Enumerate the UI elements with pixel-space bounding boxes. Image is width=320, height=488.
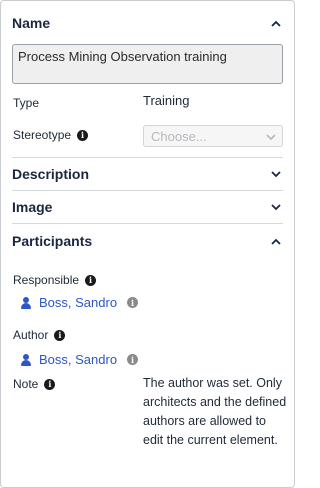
- author-user[interactable]: Boss, Sandro i: [21, 352, 139, 367]
- name-field-value: Process Mining Observation training: [18, 49, 227, 64]
- section-title-name: Name: [12, 15, 51, 31]
- user-icon: [21, 296, 31, 309]
- stereotype-label: Stereotype i: [13, 128, 89, 142]
- responsible-label: Responsible i: [13, 273, 97, 287]
- section-header-description[interactable]: Description: [12, 160, 283, 188]
- type-label: Type: [13, 96, 40, 110]
- section-header-name[interactable]: Name: [12, 9, 283, 37]
- stereotype-select-placeholder: Choose...: [151, 128, 207, 144]
- author-user-name[interactable]: Boss, Sandro: [39, 352, 117, 367]
- chevron-down-icon[interactable]: [269, 200, 283, 214]
- responsible-user-name[interactable]: Boss, Sandro: [39, 295, 117, 310]
- section-title-participants: Participants: [12, 233, 93, 249]
- stereotype-select[interactable]: Choose...: [143, 125, 283, 147]
- responsible-user[interactable]: Boss, Sandro i: [21, 295, 139, 310]
- section-title-description: Description: [12, 166, 90, 182]
- note-text: The author was set. Only architects and …: [143, 376, 287, 447]
- info-icon[interactable]: i: [54, 329, 66, 341]
- user-icon: [21, 353, 31, 366]
- name-field[interactable]: Process Mining Observation training: [12, 44, 283, 84]
- properties-panel: Name Process Mining Observation training…: [0, 0, 295, 488]
- divider: [12, 190, 283, 191]
- section-title-image: Image: [12, 199, 53, 215]
- author-label: Author i: [13, 328, 66, 342]
- section-header-participants[interactable]: Participants: [12, 227, 283, 255]
- divider: [12, 223, 283, 224]
- divider: [12, 157, 283, 158]
- chevron-up-icon[interactable]: [269, 16, 283, 30]
- info-icon[interactable]: i: [127, 354, 139, 365]
- info-icon[interactable]: i: [127, 297, 139, 308]
- info-icon[interactable]: i: [44, 378, 56, 390]
- section-header-image[interactable]: Image: [12, 193, 283, 221]
- info-icon[interactable]: i: [77, 129, 89, 141]
- note-label: Note i: [13, 377, 56, 391]
- info-icon[interactable]: i: [85, 274, 97, 286]
- chevron-up-icon[interactable]: [269, 234, 283, 248]
- chevron-down-icon: [266, 129, 276, 144]
- type-value: Training: [143, 93, 190, 108]
- chevron-down-icon[interactable]: [269, 167, 283, 181]
